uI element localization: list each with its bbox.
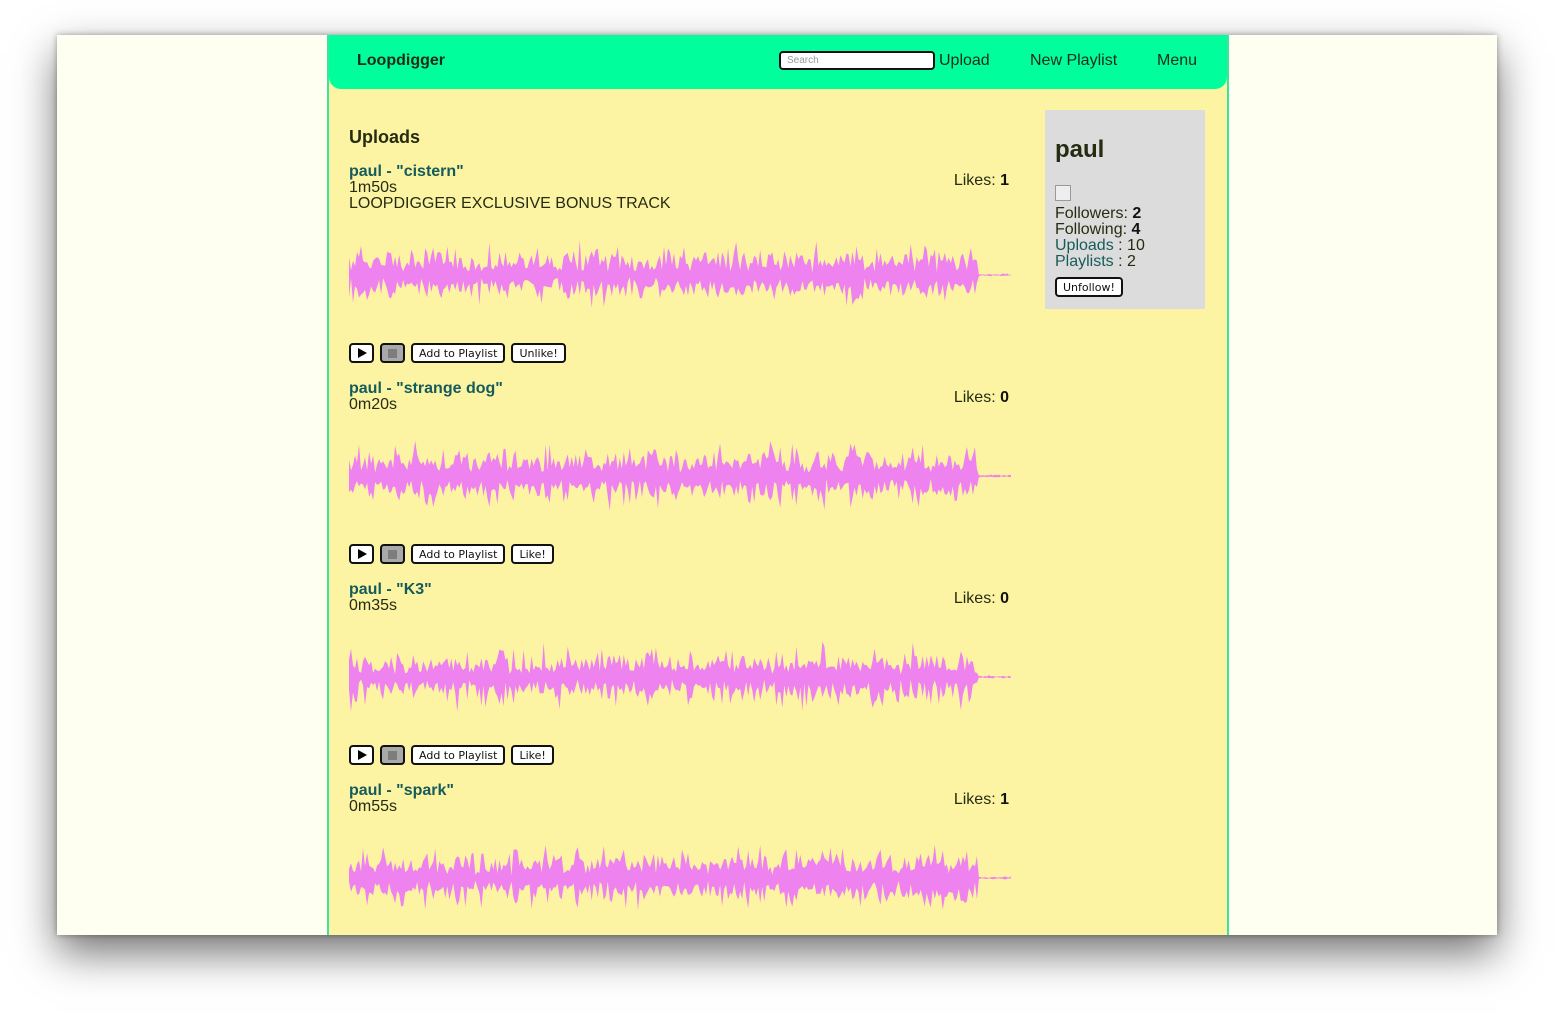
following-stat: Following: 4 <box>1055 222 1145 238</box>
like-toggle-button[interactable]: Like! <box>511 544 554 564</box>
playlists-stat: Playlists : 2 <box>1055 253 1136 270</box>
waveform[interactable] <box>349 625 1011 730</box>
play-button[interactable] <box>349 544 374 564</box>
search-input[interactable] <box>779 51 935 70</box>
stop-button[interactable] <box>380 745 405 765</box>
playlists-link[interactable]: Playlists <box>1055 253 1114 270</box>
track-item: paul - "K3" 0m35s Likes: 0 Add to Playli… <box>349 581 1011 791</box>
play-button[interactable] <box>349 343 374 363</box>
followers-count: 2 <box>1132 205 1142 222</box>
likes-count: Likes: 0 <box>954 389 1009 407</box>
likes-label: Likes: <box>953 590 996 607</box>
likes-value: 0 <box>1000 590 1009 607</box>
likes-label: Likes: <box>953 791 996 808</box>
track-item: paul - "strange dog" 0m20s Likes: 0 Add … <box>349 380 1011 590</box>
nav-new-playlist[interactable]: New Playlist <box>1030 52 1117 70</box>
track-duration: 0m55s <box>349 798 398 815</box>
profile-stats: Followers: 2 Following: 4 Uploads : 10 P… <box>1055 206 1145 270</box>
add-to-playlist-button[interactable]: Add to Playlist <box>411 343 506 363</box>
stop-button[interactable] <box>380 544 405 564</box>
play-button[interactable] <box>349 745 374 765</box>
track-controls: Add to Playlist Like! <box>349 544 554 564</box>
play-icon <box>358 549 367 559</box>
nav-menu[interactable]: Menu <box>1157 52 1197 70</box>
track-item: paul - "cistern" 1m50s LOOPDIGGER EXCLUS… <box>349 163 1011 373</box>
track-duration: 0m35s <box>349 597 398 614</box>
stop-icon <box>388 549 397 559</box>
uploads-stat: Uploads : 10 <box>1055 237 1145 254</box>
page-content: Loopdigger Upload New Playlist Menu Uplo… <box>327 35 1229 935</box>
like-toggle-button[interactable]: Unlike! <box>511 343 566 363</box>
play-icon <box>358 348 367 358</box>
likes-label: Likes: <box>953 389 996 406</box>
uploads-count: 10 <box>1127 237 1145 254</box>
waveform-shape <box>349 641 1011 712</box>
following-label: Following: <box>1055 221 1128 238</box>
stop-icon <box>388 348 397 358</box>
likes-count: Likes: 1 <box>954 172 1009 190</box>
waveform-shape <box>349 440 1011 511</box>
play-icon <box>358 750 367 760</box>
brand-logo[interactable]: Loopdigger <box>357 52 445 70</box>
likes-count: Likes: 0 <box>954 590 1009 608</box>
likes-value: 1 <box>1000 791 1009 808</box>
track-controls: Add to Playlist Like! <box>349 745 554 765</box>
browser-window: Loopdigger Upload New Playlist Menu Uplo… <box>57 35 1497 935</box>
following-count: 4 <box>1131 221 1141 238</box>
waveform[interactable] <box>349 826 1011 931</box>
waveform-shape <box>349 844 1011 911</box>
track-controls: Add to Playlist Unlike! <box>349 343 566 363</box>
profile-card: paul Followers: 2 Following: 4 Uploads :… <box>1045 110 1205 309</box>
followers-stat: Followers: 2 <box>1055 206 1145 222</box>
track-description: LOOPDIGGER EXCLUSIVE BONUS TRACK <box>349 195 671 212</box>
stop-button[interactable] <box>380 343 405 363</box>
uploads-link[interactable]: Uploads <box>1055 237 1114 254</box>
top-navbar: Loopdigger Upload New Playlist Menu <box>329 35 1227 89</box>
uploads-heading: Uploads <box>349 127 421 147</box>
avatar <box>1055 185 1071 201</box>
profile-name: paul <box>1055 136 1105 163</box>
add-to-playlist-button[interactable]: Add to Playlist <box>411 544 506 564</box>
playlists-count: 2 <box>1127 253 1136 270</box>
waveform[interactable] <box>349 223 1011 328</box>
followers-label: Followers: <box>1055 205 1128 222</box>
likes-label: Likes: <box>953 172 996 189</box>
nav-upload[interactable]: Upload <box>939 52 990 70</box>
track-duration: 0m20s <box>349 396 398 413</box>
likes-count: Likes: 1 <box>954 791 1009 809</box>
track-item: paul - "spark" 0m55s Likes: 1 <box>349 782 1011 935</box>
stop-icon <box>388 750 397 760</box>
waveform-shape <box>349 239 1011 308</box>
add-to-playlist-button[interactable]: Add to Playlist <box>411 745 506 765</box>
unfollow-button[interactable]: Unfollow! <box>1055 277 1123 297</box>
likes-value: 1 <box>1000 172 1009 189</box>
likes-value: 0 <box>1000 389 1009 406</box>
like-toggle-button[interactable]: Like! <box>511 745 554 765</box>
waveform[interactable] <box>349 424 1011 529</box>
